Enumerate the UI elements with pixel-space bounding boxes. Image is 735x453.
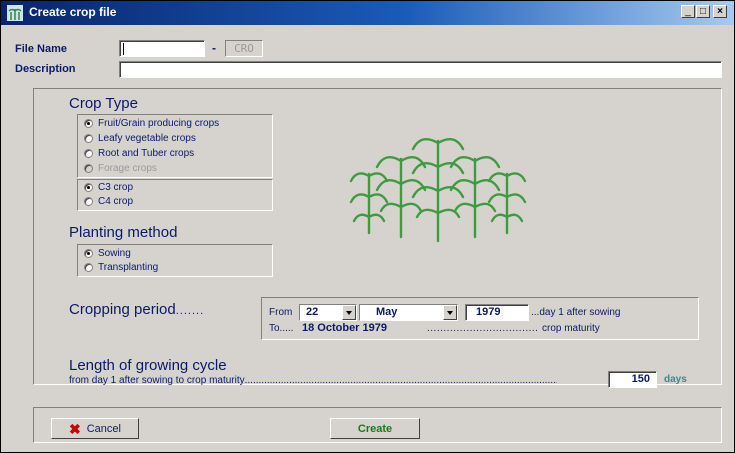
- crop-type-option-root-tuber[interactable]: Root and Tuber crops: [84, 148, 194, 159]
- cropping-period-leader: .......: [175, 305, 205, 317]
- from-label: From: [269, 307, 293, 318]
- title-bar[interactable]: Create crop file _ □ ×: [1, 1, 734, 25]
- crop-type-option-forage: Forage crops: [84, 163, 157, 174]
- photosynthesis-group: C3 crop C4 crop: [77, 179, 273, 211]
- radio-icon: [84, 197, 93, 206]
- radio-disabled-icon: [84, 164, 93, 173]
- radio-label: C4 crop: [98, 196, 134, 207]
- growing-cycle-description-text: from day 1 after sowing to crop maturity: [69, 375, 245, 386]
- from-suffix: ...day 1 after sowing: [531, 307, 621, 318]
- planting-method-heading: Planting method: [69, 224, 178, 241]
- create-button[interactable]: Create: [330, 418, 420, 439]
- radio-label: Leafy vegetable crops: [98, 133, 196, 144]
- year-value: 1979: [476, 306, 501, 318]
- to-suffix: crop maturity: [542, 323, 600, 334]
- growing-cycle-value: 150: [631, 373, 650, 385]
- window-title: Create crop file: [29, 5, 117, 19]
- close-button[interactable]: ×: [713, 5, 727, 18]
- planting-method-group: Sowing Transplanting: [77, 244, 273, 277]
- app-icon: [7, 5, 23, 21]
- growing-cycle-heading: Length of growing cycle: [69, 357, 227, 374]
- radio-label: Fruit/Grain producing crops: [98, 118, 220, 129]
- crop-plants-icon: [349, 137, 527, 243]
- description-label: Description: [15, 63, 76, 75]
- radio-label: C3 crop: [98, 182, 134, 193]
- crop-type-heading: Crop Type: [69, 95, 138, 112]
- maturity-date: 18 October 1979: [302, 322, 387, 334]
- maximize-button[interactable]: □: [696, 5, 710, 18]
- crop-type-option-fruit-grain[interactable]: Fruit/Grain producing crops: [84, 118, 219, 129]
- crop-type-group: Fruit/Grain producing crops Leafy vegeta…: [77, 114, 273, 178]
- growing-cycle-description: from day 1 after sowing to crop maturity…: [69, 375, 557, 386]
- radio-icon: [84, 263, 93, 272]
- cropping-period-heading: Cropping period.......: [69, 301, 204, 318]
- create-crop-file-window: Create crop file _ □ × File Name - CRO D…: [0, 0, 735, 453]
- file-name-input[interactable]: [119, 40, 205, 57]
- day-select[interactable]: 22: [299, 304, 357, 321]
- growing-cycle-input[interactable]: 150: [608, 371, 657, 388]
- c4-crop-option[interactable]: C4 crop: [84, 196, 133, 207]
- description-input[interactable]: [119, 61, 722, 78]
- file-extension: CRO: [225, 40, 263, 57]
- month-value: May: [376, 306, 398, 318]
- chevron-down-icon[interactable]: [443, 305, 457, 320]
- c3-crop-option[interactable]: C3 crop: [84, 182, 133, 193]
- days-unit: days: [664, 374, 687, 385]
- radio-label: Forage crops: [98, 163, 157, 174]
- cancel-x-icon: ✖: [69, 420, 81, 437]
- radio-selected-icon: [84, 183, 93, 192]
- to-label: To.....: [269, 323, 294, 334]
- radio-selected-icon: [84, 119, 93, 128]
- sowing-option[interactable]: Sowing: [84, 248, 131, 259]
- growing-cycle-leader: ........................................…: [244, 375, 557, 386]
- cancel-button-label: Cancel: [86, 422, 121, 435]
- cropping-period-heading-text: Cropping period: [69, 301, 176, 318]
- cancel-button[interactable]: ✖ Cancel: [51, 418, 139, 439]
- minimize-button[interactable]: _: [681, 5, 695, 18]
- file-name-label: File Name: [15, 43, 67, 55]
- radio-label: Sowing: [98, 248, 131, 259]
- chevron-down-icon[interactable]: [342, 305, 356, 320]
- create-button-label: Create: [357, 422, 393, 435]
- crop-type-option-leafy[interactable]: Leafy vegetable crops: [84, 133, 196, 144]
- extension-separator: -: [212, 41, 216, 55]
- year-input[interactable]: 1979: [465, 304, 529, 321]
- radio-label: Transplanting: [98, 262, 159, 273]
- transplanting-option[interactable]: Transplanting: [84, 262, 158, 273]
- text-caret: [123, 43, 124, 55]
- radio-selected-icon: [84, 249, 93, 258]
- day-value: 22: [306, 306, 319, 318]
- month-select[interactable]: May: [359, 304, 458, 321]
- radio-icon: [84, 134, 93, 143]
- radio-label: Root and Tuber crops: [98, 148, 195, 159]
- radio-icon: [84, 149, 93, 158]
- to-leader: ..................................: [427, 323, 539, 334]
